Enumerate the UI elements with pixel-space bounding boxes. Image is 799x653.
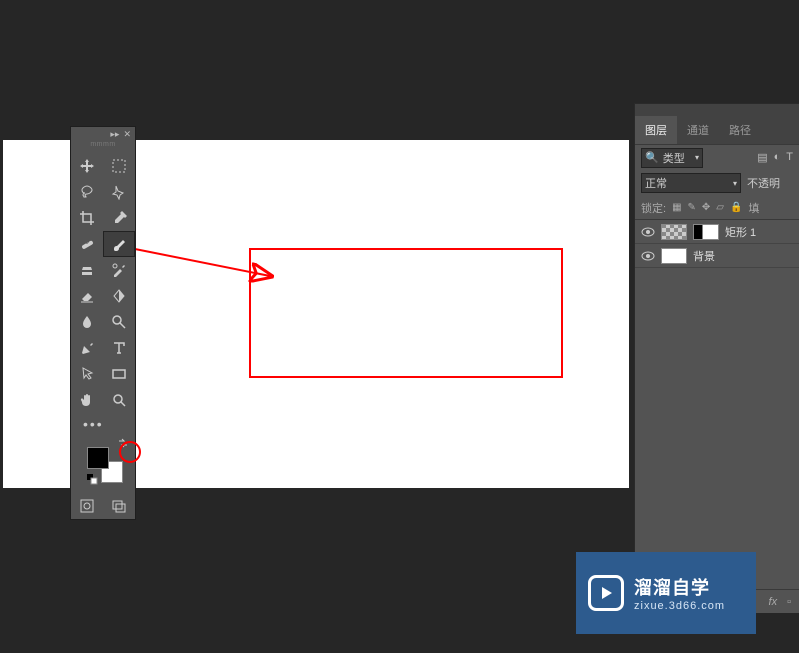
chevron-down-icon: ▾: [695, 153, 699, 162]
blend-mode-select[interactable]: 正常 ▾: [641, 173, 741, 193]
tools-panel: ▸▸ ✕ mmmm: [70, 126, 136, 520]
eyedropper-tool[interactable]: [103, 205, 135, 231]
panel-tabs: 图层 通道 路径: [635, 116, 799, 144]
filter-image-icon[interactable]: ▤: [757, 151, 767, 164]
lock-paint-icon[interactable]: ✎: [688, 202, 696, 213]
brush-tool[interactable]: [103, 231, 135, 257]
swap-colors-icon[interactable]: [117, 437, 129, 449]
panel-grip[interactable]: [635, 104, 799, 116]
screen-mode-icon[interactable]: [103, 493, 135, 519]
zoom-tool[interactable]: [103, 387, 135, 413]
blur-tool[interactable]: [71, 309, 103, 335]
pen-tool[interactable]: [71, 335, 103, 361]
tab-layers[interactable]: 图层: [635, 116, 677, 144]
quick-select-tool[interactable]: [103, 179, 135, 205]
watermark-subtitle: zixue.3d66.com: [634, 600, 725, 612]
quick-mask-icon[interactable]: [71, 493, 103, 519]
healing-brush-tool[interactable]: [71, 231, 103, 257]
tools-panel-grip[interactable]: mmmm: [71, 141, 135, 153]
default-colors-icon[interactable]: [86, 473, 98, 485]
tab-paths[interactable]: 路径: [719, 116, 761, 144]
visibility-icon[interactable]: [641, 225, 655, 239]
lock-transparency-icon[interactable]: ▦: [672, 202, 681, 213]
layers-panel: 图层 通道 路径 🔍 类型 ▾ ▤ ◐ T 正常 ▾ 不透明 锁定: ▦ ✎ ✥…: [634, 103, 799, 613]
layer-mask-thumbnail[interactable]: [693, 224, 719, 240]
collapse-icon[interactable]: ▸▸: [110, 129, 119, 140]
lock-artboard-icon[interactable]: ▱: [716, 202, 724, 213]
dodge-tool[interactable]: [103, 309, 135, 335]
layer-list: 矩形 1 背景: [635, 220, 799, 268]
fx-icon[interactable]: fx: [769, 596, 778, 608]
search-icon: 🔍: [645, 151, 659, 164]
more-tools-icon[interactable]: •••: [71, 413, 135, 435]
history-brush-tool[interactable]: [103, 257, 135, 283]
filter-type-select[interactable]: 🔍 类型 ▾: [641, 148, 703, 168]
filter-adjust-icon[interactable]: ◐: [774, 151, 781, 164]
watermark-logo-icon: [588, 575, 624, 611]
type-tool[interactable]: [103, 335, 135, 361]
layer-thumbnail[interactable]: [661, 248, 687, 264]
tab-channels[interactable]: 通道: [677, 116, 719, 144]
layer-name[interactable]: 背景: [693, 248, 715, 264]
crop-tool[interactable]: [71, 205, 103, 231]
close-icon[interactable]: ✕: [121, 129, 133, 140]
eraser-tool[interactable]: [71, 283, 103, 309]
rectangle-tool[interactable]: [103, 361, 135, 387]
filter-type-label: 类型: [663, 150, 685, 166]
lock-position-icon[interactable]: ✥: [702, 202, 710, 213]
footer-more-icon[interactable]: ▫: [787, 596, 791, 608]
layer-thumbnail[interactable]: [661, 224, 687, 240]
tools-panel-header[interactable]: ▸▸ ✕: [71, 127, 135, 141]
blend-mode-value: 正常: [645, 175, 667, 191]
lasso-tool[interactable]: [71, 179, 103, 205]
lock-label: 锁定:: [641, 200, 666, 216]
layer-row[interactable]: 背景: [635, 244, 799, 268]
visibility-icon[interactable]: [641, 249, 655, 263]
opacity-label: 不透明: [747, 175, 780, 191]
watermark-title: 溜溜自学: [634, 574, 725, 600]
chevron-down-icon: ▾: [733, 179, 737, 188]
layer-row[interactable]: 矩形 1: [635, 220, 799, 244]
filter-type-icon[interactable]: T: [786, 151, 793, 164]
gradient-tool[interactable]: [103, 283, 135, 309]
layer-name[interactable]: 矩形 1: [725, 224, 756, 240]
annotation-rectangle: [249, 248, 563, 378]
fill-label: 填: [748, 200, 759, 216]
lock-all-icon[interactable]: 🔒: [730, 202, 742, 213]
foreground-color[interactable]: [87, 447, 109, 469]
path-select-tool[interactable]: [71, 361, 103, 387]
hand-tool[interactable]: [71, 387, 103, 413]
color-swatches: [71, 435, 135, 493]
marquee-tool[interactable]: [103, 153, 135, 179]
move-tool[interactable]: [71, 153, 103, 179]
watermark: 溜溜自学 zixue.3d66.com: [576, 552, 756, 634]
clone-stamp-tool[interactable]: [71, 257, 103, 283]
